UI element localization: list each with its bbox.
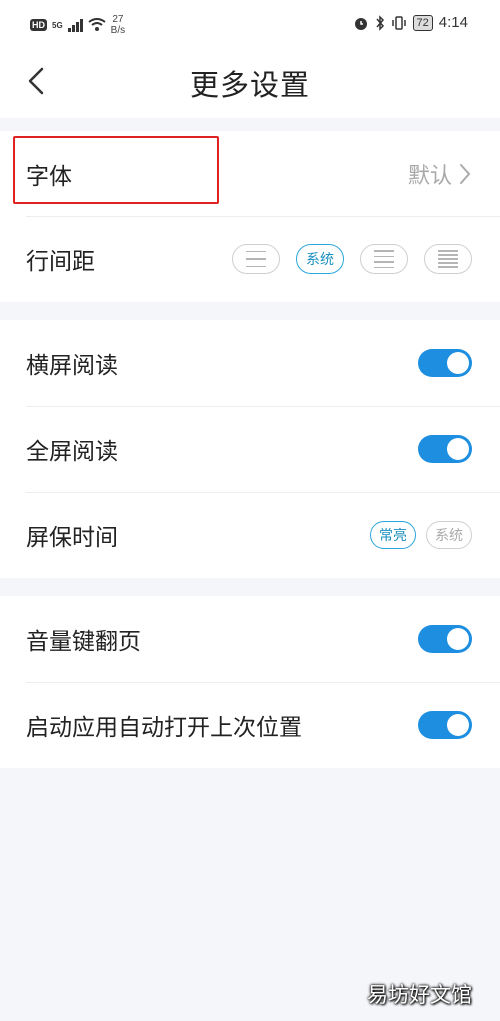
font-value[interactable]: 默认	[408, 158, 472, 190]
page-title: 更多设置	[189, 68, 310, 102]
line-spacing-row: 行间距 系统	[0, 216, 500, 302]
volume-key-page-label: 音量键翻页	[26, 629, 141, 655]
status-bar: HD 5G 27 B/s 72 4:14	[0, 0, 500, 48]
loose-lines-icon	[246, 250, 266, 268]
font-row[interactable]: 字体 默认	[0, 131, 500, 216]
resume-last-position-toggle[interactable]	[418, 711, 472, 739]
volume-key-page-toggle[interactable]	[418, 625, 472, 653]
top-bar: 更多设置	[0, 48, 500, 118]
screen-saver-options: 常亮 系统	[370, 521, 472, 549]
font-value-text: 默认	[407, 163, 452, 189]
speed-unit: B/s	[110, 25, 126, 36]
medium-lines-icon	[374, 250, 394, 268]
speed-value: 27	[112, 14, 124, 25]
resume-last-position-label: 启动应用自动打开上次位置	[26, 715, 302, 741]
divider	[0, 118, 500, 131]
fullscreen-reading-row: 全屏阅读	[0, 406, 500, 492]
watermark: 易坊好文馆	[367, 983, 472, 1007]
status-left: HD 5G 27 B/s	[30, 14, 125, 36]
divider	[0, 302, 500, 320]
spacing-option-system[interactable]: 系统	[296, 244, 344, 274]
alarm-icon	[354, 17, 367, 30]
toggle-knob	[447, 628, 469, 650]
battery-icon: 72	[412, 14, 433, 31]
highlight-box	[13, 136, 219, 204]
settings-group-display: 横屏阅读 全屏阅读 屏保时间 常亮 系统	[0, 320, 500, 578]
resume-last-position-row: 启动应用自动打开上次位置	[0, 682, 500, 768]
network-speed: 27 B/s	[111, 14, 125, 36]
toggle-knob	[447, 438, 469, 460]
landscape-reading-row: 横屏阅读	[0, 320, 500, 406]
vibrate-icon	[391, 15, 406, 30]
toggle-knob	[447, 352, 469, 374]
volume-key-page-row: 音量键翻页	[0, 596, 500, 682]
spacing-option-loose[interactable]	[232, 244, 280, 274]
line-spacing-label: 行间距	[26, 249, 95, 275]
divider	[0, 578, 500, 596]
line-spacing-options: 系统	[232, 244, 472, 274]
screen-saver-row: 屏保时间 常亮 系统	[0, 492, 500, 578]
tight-lines-icon	[438, 250, 458, 268]
toggle-knob	[447, 714, 469, 736]
bluetooth-icon	[375, 14, 384, 31]
hd-badge: HD	[30, 19, 47, 31]
status-right: 72 4:14	[353, 14, 468, 31]
landscape-reading-toggle[interactable]	[418, 349, 472, 377]
fullscreen-reading-label: 全屏阅读	[26, 439, 118, 465]
wifi-icon	[88, 18, 106, 31]
spacing-option-medium[interactable]	[360, 244, 408, 274]
settings-group-font: 字体 默认 行间距 系统	[0, 131, 500, 302]
settings-group-controls: 音量键翻页 启动应用自动打开上次位置	[0, 596, 500, 768]
network-type: 5G	[52, 20, 63, 30]
screen-saver-system[interactable]: 系统	[426, 521, 472, 549]
screen-saver-label: 屏保时间	[26, 525, 118, 551]
chevron-right-icon	[460, 163, 471, 184]
screen-saver-always-on[interactable]: 常亮	[370, 521, 416, 549]
landscape-reading-label: 横屏阅读	[26, 353, 118, 379]
clock: 4:14	[438, 14, 468, 31]
spacing-option-tight[interactable]	[424, 244, 472, 274]
signal-icon	[67, 18, 83, 32]
fullscreen-reading-toggle[interactable]	[418, 435, 472, 463]
spacing-option-system-label: 系统	[306, 252, 334, 268]
